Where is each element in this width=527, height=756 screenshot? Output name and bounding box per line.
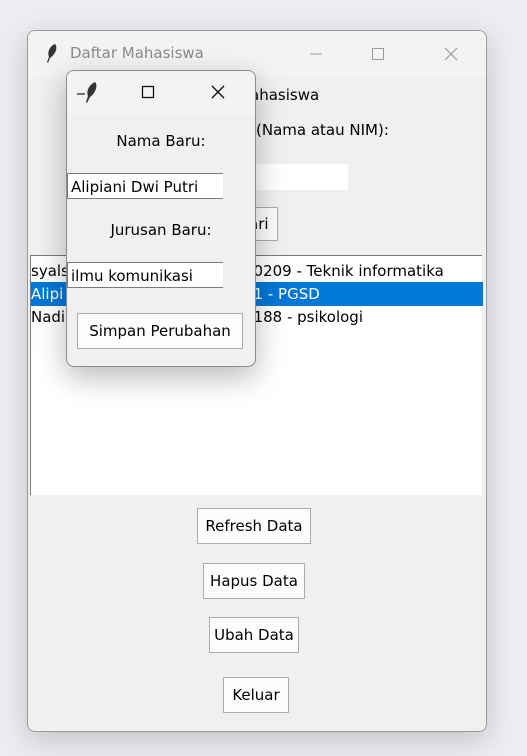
list-item-detail: 0188 - psikologi bbox=[244, 308, 363, 326]
major-input[interactable]: ilmu komunikasi bbox=[67, 262, 223, 288]
dialog-titlebar[interactable] bbox=[67, 71, 255, 115]
edit-dialog: Nama Baru: Alipiani Dwi Putri Jurusan Ba… bbox=[66, 70, 256, 367]
header-label: ahasiswa bbox=[250, 86, 320, 104]
edit-button[interactable]: Ubah Data bbox=[209, 617, 299, 653]
list-item-name: Nadi bbox=[31, 308, 66, 326]
list-item-name: syals bbox=[31, 262, 69, 280]
list-item-name: Alipi bbox=[31, 285, 64, 303]
delete-button[interactable]: Hapus Data bbox=[203, 563, 305, 599]
maximize-icon bbox=[372, 48, 384, 60]
close-icon[interactable] bbox=[210, 84, 226, 100]
minimize-button[interactable] bbox=[296, 39, 336, 69]
search-input[interactable] bbox=[256, 164, 348, 190]
maximize-button[interactable] bbox=[358, 39, 398, 69]
feather-icon bbox=[77, 82, 97, 103]
close-button[interactable] bbox=[431, 39, 471, 69]
list-item-detail: 10209 - Teknik informatika bbox=[244, 262, 444, 280]
feather-icon bbox=[47, 44, 57, 63]
name-label: Nama Baru: bbox=[116, 132, 206, 150]
maximize-icon[interactable] bbox=[141, 85, 155, 99]
refresh-button[interactable]: Refresh Data bbox=[197, 508, 311, 544]
save-changes-button[interactable]: Simpan Perubahan bbox=[77, 313, 243, 349]
search-label: (Nama atau NIM): bbox=[256, 121, 389, 139]
minimize-icon bbox=[310, 53, 322, 55]
window-title: Daftar Mahasiswa bbox=[70, 44, 204, 62]
major-label: Jurusan Baru: bbox=[110, 221, 212, 239]
exit-button[interactable]: Keluar bbox=[223, 677, 289, 713]
close-icon bbox=[444, 47, 458, 61]
name-input[interactable]: Alipiani Dwi Putri bbox=[67, 173, 223, 199]
